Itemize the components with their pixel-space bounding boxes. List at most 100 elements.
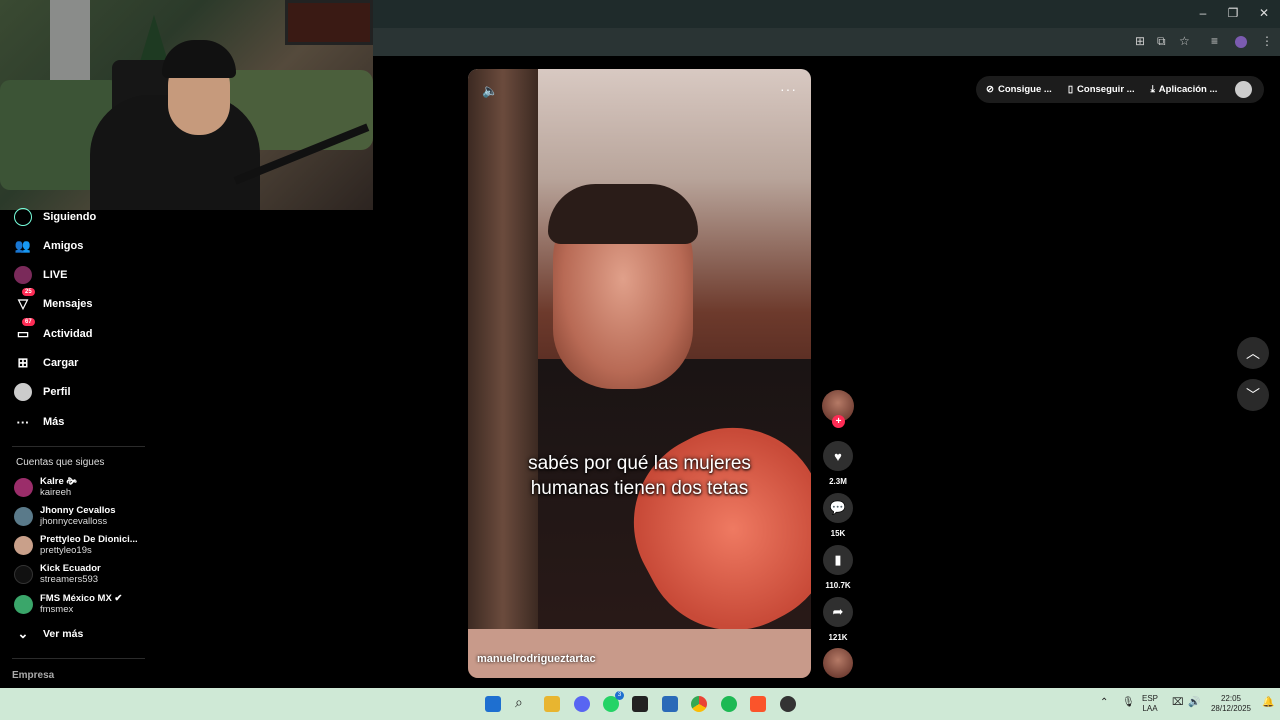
spotify-icon[interactable] — [721, 696, 737, 712]
top-actions: ⊘ Consigue ... ▯ Conseguir ... ⤓ Aplicación… — [976, 76, 1264, 103]
account-name: Prettyleo De Dionici... — [40, 534, 138, 545]
clock[interactable]: 22:05 28/12/2025 — [1206, 694, 1256, 714]
discord-icon[interactable] — [574, 696, 590, 712]
sidebar-item-activity[interactable]: ▭ 67 Actividad — [14, 318, 93, 346]
company-link[interactable]: Empresa — [12, 670, 54, 681]
sidebar-item-label: Mensajes — [43, 298, 93, 310]
language-indicator[interactable]: ESP LAA — [1142, 694, 1158, 714]
obs-icon[interactable] — [780, 696, 796, 712]
minimize-button[interactable]: – — [1195, 6, 1211, 20]
following-account-item[interactable]: Kick Ecuador streamers593 — [14, 561, 101, 587]
video-author[interactable]: manuelrodrigueztartac — [477, 653, 596, 665]
following-account-item[interactable]: Prettyleo De Dionici... prettyleo19s — [14, 532, 138, 558]
account-name: Kalre 🙞 — [40, 476, 77, 487]
video-frame-hair — [548, 184, 698, 244]
taskbar: ⌕ 3 ⌃ 🎙 ESP LAA ⌧ 🔊 22:05 28/12/2025 🔔 — [0, 688, 1280, 720]
avatar — [14, 535, 33, 555]
brave-icon[interactable] — [750, 696, 766, 712]
more-icon: ··· — [16, 414, 30, 430]
download-icon: ⤓ — [1150, 84, 1155, 95]
download-app-button[interactable]: ⤓ Aplicación ... — [1151, 84, 1218, 95]
windows-start-icon[interactable] — [485, 696, 501, 712]
network-icon[interactable]: ⌧ — [1172, 698, 1184, 708]
profile-icon — [14, 383, 32, 401]
avatar — [14, 477, 33, 497]
comment-icon: 💬 — [829, 500, 847, 515]
next-video-button[interactable]: ﹀ — [1237, 379, 1269, 411]
restore-button[interactable]: ❐ — [1225, 6, 1241, 20]
divider — [12, 658, 145, 659]
following-account-item[interactable]: Kalre 🙞 kaireeh — [14, 474, 77, 500]
caption-line: sabés por qué las mujeres — [528, 453, 751, 474]
volume-icon[interactable]: 🔊 — [1188, 698, 1200, 708]
capcut-icon[interactable] — [632, 696, 648, 712]
profile-icon[interactable] — [1235, 36, 1247, 48]
comments-count: 15K — [830, 529, 846, 538]
streamer-cap — [162, 40, 236, 78]
cast-icon[interactable]: ⧉ — [1157, 34, 1166, 49]
language-region: LAA — [1142, 704, 1158, 713]
get-coins-button[interactable]: ⊘ Consigue ... — [986, 84, 1052, 95]
follow-plus-icon[interactable]: + — [832, 415, 845, 428]
search-icon[interactable]: ⌕ — [515, 694, 531, 710]
following-accounts-title: Cuentas que sigues — [16, 457, 105, 468]
share-icon: ➦ — [832, 604, 844, 619]
whatsapp-icon[interactable]: 3 — [603, 691, 624, 712]
activity-icon: ▭ 67 — [14, 318, 35, 343]
messages-badge: 25 — [22, 288, 35, 296]
bookmark-icon: ▮ — [834, 552, 842, 567]
get-app-button[interactable]: ▯ Conseguir ... — [1068, 84, 1135, 95]
see-more-label: Ver más — [43, 628, 84, 640]
sidebar-item-upload[interactable]: ⊞ Cargar — [14, 351, 79, 375]
sidebar-item-more[interactable]: ··· Más — [14, 410, 65, 434]
see-more-button[interactable]: ⌄ Ver más — [14, 622, 84, 646]
menu-dots-icon[interactable]: ⋮ — [1261, 34, 1273, 48]
sidebar-item-messages[interactable]: ▽ 25 Mensajes — [14, 288, 93, 316]
account-username: prettyleo19s — [40, 545, 92, 556]
button-label: Conseguir ... — [1077, 84, 1135, 95]
browser-title-bar: – ❐ ✕ — [373, 0, 1280, 28]
messages-icon: ▽ 25 — [14, 288, 35, 313]
sidebar-item-live[interactable]: LIVE — [14, 263, 67, 287]
file-explorer-icon[interactable] — [544, 696, 560, 712]
sidebar-item-profile[interactable]: Perfil — [14, 380, 71, 404]
notification-icon[interactable]: 🔔 — [1262, 698, 1274, 708]
chevron-up-icon: ︿ — [1246, 345, 1260, 361]
chrome-icon[interactable] — [691, 696, 707, 712]
sidebar-item-friends[interactable]: 👥 Amigos — [14, 234, 83, 258]
avatar — [14, 564, 33, 584]
mic-icon[interactable]: 🎙 — [1122, 698, 1135, 708]
wall-picture — [285, 0, 373, 45]
star-icon[interactable]: ☆ — [1179, 34, 1190, 48]
close-button[interactable]: ✕ — [1256, 6, 1272, 20]
previous-video-button[interactable]: ︿ — [1237, 337, 1269, 369]
following-icon — [14, 208, 32, 226]
sidebar-item-label: Perfil — [43, 386, 71, 398]
button-label: Consigue ... — [997, 84, 1052, 95]
like-button[interactable]: ♥ — [823, 441, 853, 471]
video-caption: sabés por qué las mujeres humanas tienen… — [468, 451, 811, 501]
playlist-icon[interactable]: ≡ — [1211, 34, 1218, 48]
user-avatar[interactable] — [1235, 81, 1252, 98]
clock-date: 28/12/2025 — [1210, 704, 1252, 713]
video-player[interactable]: 🔈 ··· sabés por qué las mujeres humanas … — [468, 69, 811, 678]
save-button[interactable]: ▮ — [823, 545, 853, 575]
button-label: Aplicación ... — [1158, 84, 1218, 95]
tray-chevron-icon[interactable]: ⌃ — [1100, 698, 1108, 708]
whatsapp-badge: 3 — [615, 691, 624, 700]
music-disc-icon[interactable] — [823, 648, 853, 678]
following-account-item[interactable]: FMS México MX ✔ fmsmex — [14, 591, 122, 617]
following-account-item[interactable]: Jhonny Cevallos jhonnycevalloss — [14, 503, 116, 529]
share-button[interactable]: ➦ — [823, 597, 853, 627]
comment-button[interactable]: 💬 — [823, 493, 853, 523]
video-frame-tree — [468, 69, 538, 678]
avatar — [14, 506, 33, 526]
sidebar-item-following[interactable]: Siguiendo — [14, 205, 96, 229]
coin-icon: ⊘ — [986, 84, 994, 95]
shares-count: 121K — [828, 633, 848, 642]
browser-toolbar: ⊞ ⧉ ☆ ≡ ⋮ — [373, 28, 1280, 56]
volume-icon[interactable]: 🔈 — [482, 83, 498, 99]
store-icon[interactable] — [662, 696, 678, 712]
more-options-icon[interactable]: ··· — [780, 81, 797, 97]
translate-icon[interactable]: ⊞ — [1135, 34, 1145, 48]
